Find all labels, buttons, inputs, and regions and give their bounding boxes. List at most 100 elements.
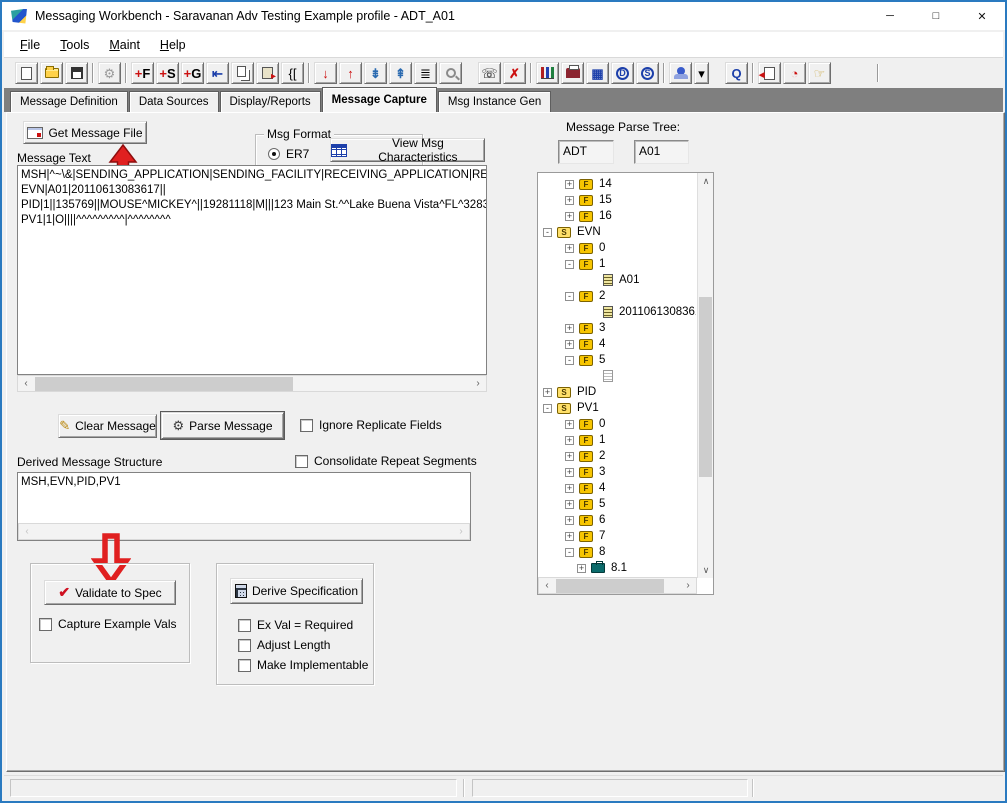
move-down-button[interactable]: ↓ [314, 62, 337, 84]
add-segment-button[interactable]: +S [156, 62, 179, 84]
menu-tools[interactable]: Tools [50, 35, 99, 55]
make-implementable-checkbox[interactable]: Make Implementable [238, 658, 368, 672]
expander-icon[interactable]: + [565, 212, 574, 221]
phone-button[interactable]: ☏ [478, 62, 501, 84]
expander-icon[interactable]: + [565, 452, 574, 461]
get-message-file-button[interactable]: Get Message File [23, 121, 147, 144]
tree-node[interactable] [539, 368, 696, 384]
search-button[interactable]: Q [725, 62, 748, 84]
find-segment-button[interactable]: S [636, 62, 659, 84]
expander-icon[interactable]: + [565, 484, 574, 493]
open-file-button[interactable] [40, 62, 63, 84]
scroll-right-arrow[interactable]: › [470, 376, 486, 391]
tree-node[interactable]: + 6 [539, 512, 696, 528]
expander-icon[interactable]: + [565, 196, 574, 205]
scroll-up-arrow[interactable]: ∧ [698, 173, 714, 189]
tree-node[interactable]: + 8.1 [539, 560, 696, 576]
tree-node[interactable]: + 3 [539, 464, 696, 480]
maximize-button[interactable]: □ [913, 2, 959, 30]
derive-specification-button[interactable]: Derive Specification [230, 578, 363, 604]
close-button[interactable]: ✕ [959, 2, 1005, 30]
expander-icon[interactable]: + [565, 420, 574, 429]
view-msg-characteristics-button[interactable]: View Msg Characteristics [330, 138, 485, 162]
capture-example-vals-box[interactable] [39, 618, 52, 631]
insert-below-button[interactable]: ⇟ [364, 62, 387, 84]
tree-node[interactable]: + 2 [539, 448, 696, 464]
consolidate-repeat-segments-checkbox[interactable]: Consolidate Repeat Segments [295, 454, 477, 468]
tab-msg-instance-gen[interactable]: Msg Instance Gen [438, 91, 551, 112]
adjust-length-box[interactable] [238, 639, 251, 652]
delete-button[interactable]: ✗ [503, 62, 526, 84]
menu-help[interactable]: Help [150, 35, 196, 55]
expander-icon[interactable]: - [543, 404, 552, 413]
derived-structure-box[interactable]: MSH,EVN,PID,PV1 ‹ › [17, 472, 471, 541]
structure-hscrollbar[interactable]: ‹ › [18, 523, 470, 540]
derived-structure-text[interactable]: MSH,EVN,PID,PV1 [21, 476, 468, 488]
message-parse-tree[interactable]: + 14 + 15 + 16 [537, 172, 714, 595]
tree-node[interactable]: + 4 [539, 480, 696, 496]
import-button[interactable] [758, 62, 781, 84]
scroll-thumb[interactable] [35, 377, 293, 391]
scroll-left-arrow[interactable]: ‹ [18, 376, 34, 391]
expander-icon[interactable]: + [565, 500, 574, 509]
expander-icon[interactable]: + [577, 564, 586, 573]
tree-vscrollbar[interactable]: ∧ ∨ [697, 173, 713, 578]
tree-node[interactable]: + 4 [539, 336, 696, 352]
scroll-left-arrow[interactable]: ‹ [19, 524, 35, 539]
expander-icon[interactable]: - [565, 292, 574, 301]
report-button[interactable]: ◔ [783, 62, 806, 84]
tree-hscrollbar[interactable]: ‹ › [538, 577, 697, 594]
expander-icon[interactable]: + [565, 532, 574, 541]
print-button[interactable] [561, 62, 584, 84]
paste-button[interactable] [256, 62, 279, 84]
move-up-button[interactable]: ↑ [339, 62, 362, 84]
menu-maint[interactable]: Maint [99, 35, 150, 55]
expander-icon[interactable]: - [543, 228, 552, 237]
scroll-down-arrow[interactable]: ∨ [698, 562, 714, 578]
minimize-button[interactable]: ─ [867, 2, 913, 30]
settings-button[interactable]: ⚙ [98, 62, 121, 84]
grid-button[interactable]: ▦ [586, 62, 609, 84]
tree-node[interactable]: - 2 [539, 288, 696, 304]
capture-example-vals-checkbox[interactable]: Capture Example Vals [39, 617, 177, 631]
message-hscrollbar[interactable]: ‹ › [17, 375, 487, 392]
tree-node[interactable]: + 7 [539, 528, 696, 544]
tree-node[interactable]: A01 [539, 272, 696, 288]
ex-val-required-box[interactable] [238, 619, 251, 632]
menu-file[interactable]: File [10, 35, 50, 55]
scroll-thumb[interactable] [556, 579, 664, 593]
tree-node[interactable]: - 8 [539, 544, 696, 560]
consolidate-repeat-segments-box[interactable] [295, 455, 308, 468]
expander-icon[interactable]: + [565, 436, 574, 445]
user-edit-button[interactable] [669, 62, 692, 84]
tree-view-button[interactable]: ≣ [414, 62, 437, 84]
trigger-event-field[interactable]: A01 [634, 140, 689, 164]
msg-type-field[interactable]: ADT [558, 140, 614, 164]
zoom-out-button[interactable] [439, 62, 462, 84]
find-dictionary-button[interactable]: D [611, 62, 634, 84]
message-text-content[interactable]: MSH|^~\&|SENDING_APPLICATION|SENDING_FAC… [17, 165, 487, 375]
tree-node[interactable]: 20110613083617 [539, 304, 696, 320]
expander-icon[interactable]: + [565, 244, 574, 253]
expander-icon[interactable]: + [565, 340, 574, 349]
expander-icon[interactable]: - [565, 260, 574, 269]
tree-node[interactable]: + 1 [539, 432, 696, 448]
scroll-right-arrow[interactable]: › [453, 524, 469, 539]
tree-node[interactable]: + 16 [539, 208, 696, 224]
tab-message-definition[interactable]: Message Definition [10, 91, 128, 112]
add-field-button[interactable]: +F [131, 62, 154, 84]
tree-node[interactable]: + 0 [539, 416, 696, 432]
new-file-button[interactable] [15, 62, 38, 84]
tab-data-sources[interactable]: Data Sources [129, 91, 219, 112]
renumber-button[interactable]: ⇤ [206, 62, 229, 84]
hand-point-button[interactable]: ☞ [808, 62, 831, 84]
tree-node[interactable]: + 14 [539, 176, 696, 192]
insert-above-button[interactable]: ⇞ [389, 62, 412, 84]
expander-icon[interactable]: - [565, 356, 574, 365]
expander-icon[interactable]: + [565, 180, 574, 189]
scroll-left-arrow[interactable]: ‹ [539, 578, 555, 593]
tree-node[interactable]: - PV1 [539, 400, 696, 416]
tree-node[interactable]: + 0 [539, 240, 696, 256]
tree-node[interactable]: + 15 [539, 192, 696, 208]
ex-val-required-checkbox[interactable]: Ex Val = Required [238, 618, 353, 632]
